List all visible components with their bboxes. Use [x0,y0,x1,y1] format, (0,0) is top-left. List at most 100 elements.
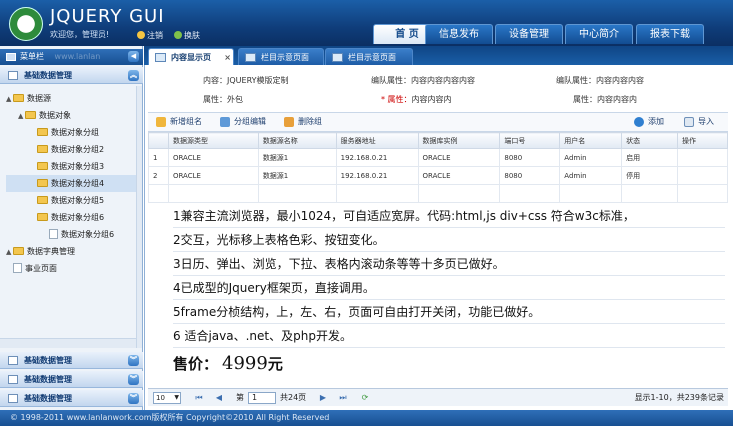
chevron-up-icon[interactable]: ︽ [128,70,139,81]
table-cell: 停用 [621,166,679,185]
panel-basic-data-3[interactable]: 基础数据管理 ︾ [0,371,143,388]
column-header[interactable]: 数据源名称 [257,132,337,149]
expand-toggle-icon[interactable]: ▲ [18,108,25,125]
panel-basic-data-2[interactable]: 基础数据管理 ︾ [0,352,143,369]
info-line: 6 适合java、.net、及php开发。 [173,325,725,348]
app-title: JQUERY GUI [50,6,165,27]
close-icon[interactable]: × [224,49,231,66]
prev-page-icon[interactable]: ◀ [214,392,224,404]
form-field-content: 内容：JQUERY模版定制 [203,76,289,85]
sidebar-hscrollbar[interactable] [0,338,136,348]
nav-tab-about[interactable]: 中心简介 [565,24,633,44]
info-line: 3日历、弹出、浏览，下拉、表格内滚动条等等十多页已做好。 [173,253,725,276]
table-row[interactable]: 2 ORACLE 数据源1 192.168.0.21 ORACLE 8080 Admin 停用 [148,166,728,185]
skin-icon [174,31,182,39]
table-cell [621,184,679,203]
last-page-icon[interactable]: ⏭ [338,392,348,404]
table-cell [148,184,169,203]
tree-node[interactable]: 数据对象分组2 [6,141,140,158]
tree-node[interactable]: 数据对象分组5 [6,192,140,209]
info-line: 4已成型的Jquery框架页，直接调用。 [173,277,725,300]
tree-node-label: 数据对象分组6 [51,213,105,222]
edit-icon [220,117,230,127]
table-cell [417,184,501,203]
form-field-attr-2: 编队属性：内容内容内容 [556,76,644,85]
switch-skin-link[interactable]: 换肤 [174,30,200,41]
tree-node[interactable]: 数据对象分组6 [6,209,140,226]
column-header[interactable]: 状态 [621,132,679,149]
tree-node-label: 数据源 [27,94,51,103]
tree-node[interactable]: 数据对象分组4 [6,175,140,192]
page-size-select[interactable]: 10 ▼ [153,392,181,404]
nav-tab-reports[interactable]: 报表下载 [636,24,704,44]
folder-icon [37,128,48,136]
tree-node[interactable]: 数据对象分组6 [6,226,140,243]
refresh-icon[interactable]: ⟳ [360,392,370,404]
chevron-down-icon[interactable]: ︾ [128,393,139,404]
first-page-icon[interactable]: ⏮ [194,392,204,404]
folder-icon [37,196,48,204]
nav-tab-publish[interactable]: 信息发布 [425,24,493,44]
panel-icon [8,375,18,384]
next-page-icon[interactable]: ▶ [318,392,328,404]
table-cell: ORACLE [417,148,501,167]
column-header[interactable]: 数据源类型 [167,132,259,149]
page-total: 共24页 [280,393,307,402]
page-number-input[interactable]: 1 [248,392,276,404]
pager-bar: 10 ▼ ⏮ ◀ 第 1 共24页 ▶ ⏭ ⟳ 显示1-10，共239条记录 [148,388,728,406]
tab-content-display[interactable]: 内容显示页 × [148,48,234,65]
column-header[interactable] [148,132,169,149]
nav-tab-device[interactable]: 设备管理 [495,24,563,44]
add-group-button[interactable]: 新增组名 [156,115,202,129]
column-header[interactable]: 数据库实例 [417,132,501,149]
tab-column-demo-1[interactable]: 栏目示意页面 [238,48,324,65]
panel-basic-data[interactable]: 基础数据管理 ︽ [0,67,143,84]
table-cell [335,184,419,203]
tree-node[interactable]: ▲ 数据源 [6,90,140,107]
tab-column-demo-2[interactable]: 栏目示意页面 [325,48,413,65]
welcome-text: 欢迎您，管理员! [50,30,110,39]
panel-basic-data-4[interactable]: 基础数据管理 ︾ [0,390,143,407]
tree-node[interactable]: 事业页面 [6,260,140,277]
tree-node[interactable]: 数据对象分组3 [6,158,140,175]
table-cell [677,184,728,203]
plus-icon [634,117,644,127]
column-header[interactable]: 用户名 [559,132,623,149]
table-cell: Admin [559,166,623,185]
sidebar-scrollbar[interactable] [136,86,142,348]
tree-node-label: 数据对象分组2 [51,145,105,154]
logo-icon [9,7,43,41]
menu-icon [6,53,16,61]
empty-row [148,184,728,203]
table-cell: Admin [559,148,623,167]
edit-group-button[interactable]: 分组编辑 [220,115,266,129]
chevron-down-icon[interactable]: ︾ [128,355,139,366]
expand-toggle-icon[interactable]: ▲ [6,244,13,261]
add-button[interactable]: 添加 [634,115,664,129]
record-summary: 显示1-10，共239条记录 [634,393,724,402]
delete-group-button[interactable]: 删除组 [284,115,322,129]
collapse-sidebar-icon[interactable]: ◀ [128,51,139,62]
table-cell [257,184,337,203]
nav-tree: ▲ 数据源 ▲ 数据对象 数据对象分组 数据对象分组2 数据对象分组3 数据对象分组4 数据对象… [6,90,140,277]
table-cell [167,184,259,203]
table-cell [559,184,623,203]
grid-header-row: 数据源类型 数据源名称 服务器地址 数据库实例 端口号 用户名 状态 操作 [148,132,728,149]
sidebar-title: 菜单栏 [20,52,44,61]
column-header[interactable]: 服务器地址 [335,132,419,149]
column-header[interactable]: 端口号 [499,132,561,149]
expand-toggle-icon[interactable]: ▲ [6,91,13,108]
column-header[interactable]: 操作 [677,132,728,149]
window-icon [332,53,343,62]
table-cell: 1 [148,148,169,167]
footer: © 1998-2011 www.lanlanwork.com版权所有 Copyr… [0,410,733,426]
import-button[interactable]: 导入 [684,115,714,129]
logout-link[interactable]: 注销 [137,30,163,41]
table-row[interactable]: 1 ORACLE 数据源1 192.168.0.21 ORACLE 8080 Admin 启用 [148,148,728,167]
tree-node[interactable]: 数据对象分组 [6,124,140,141]
page-icon [13,263,22,273]
watermark-text: www.lanlan [54,52,101,61]
chevron-down-icon[interactable]: ︾ [128,374,139,385]
tree-node[interactable]: ▲ 数据字典管理 [6,243,140,260]
tree-node[interactable]: ▲ 数据对象 [6,107,140,124]
